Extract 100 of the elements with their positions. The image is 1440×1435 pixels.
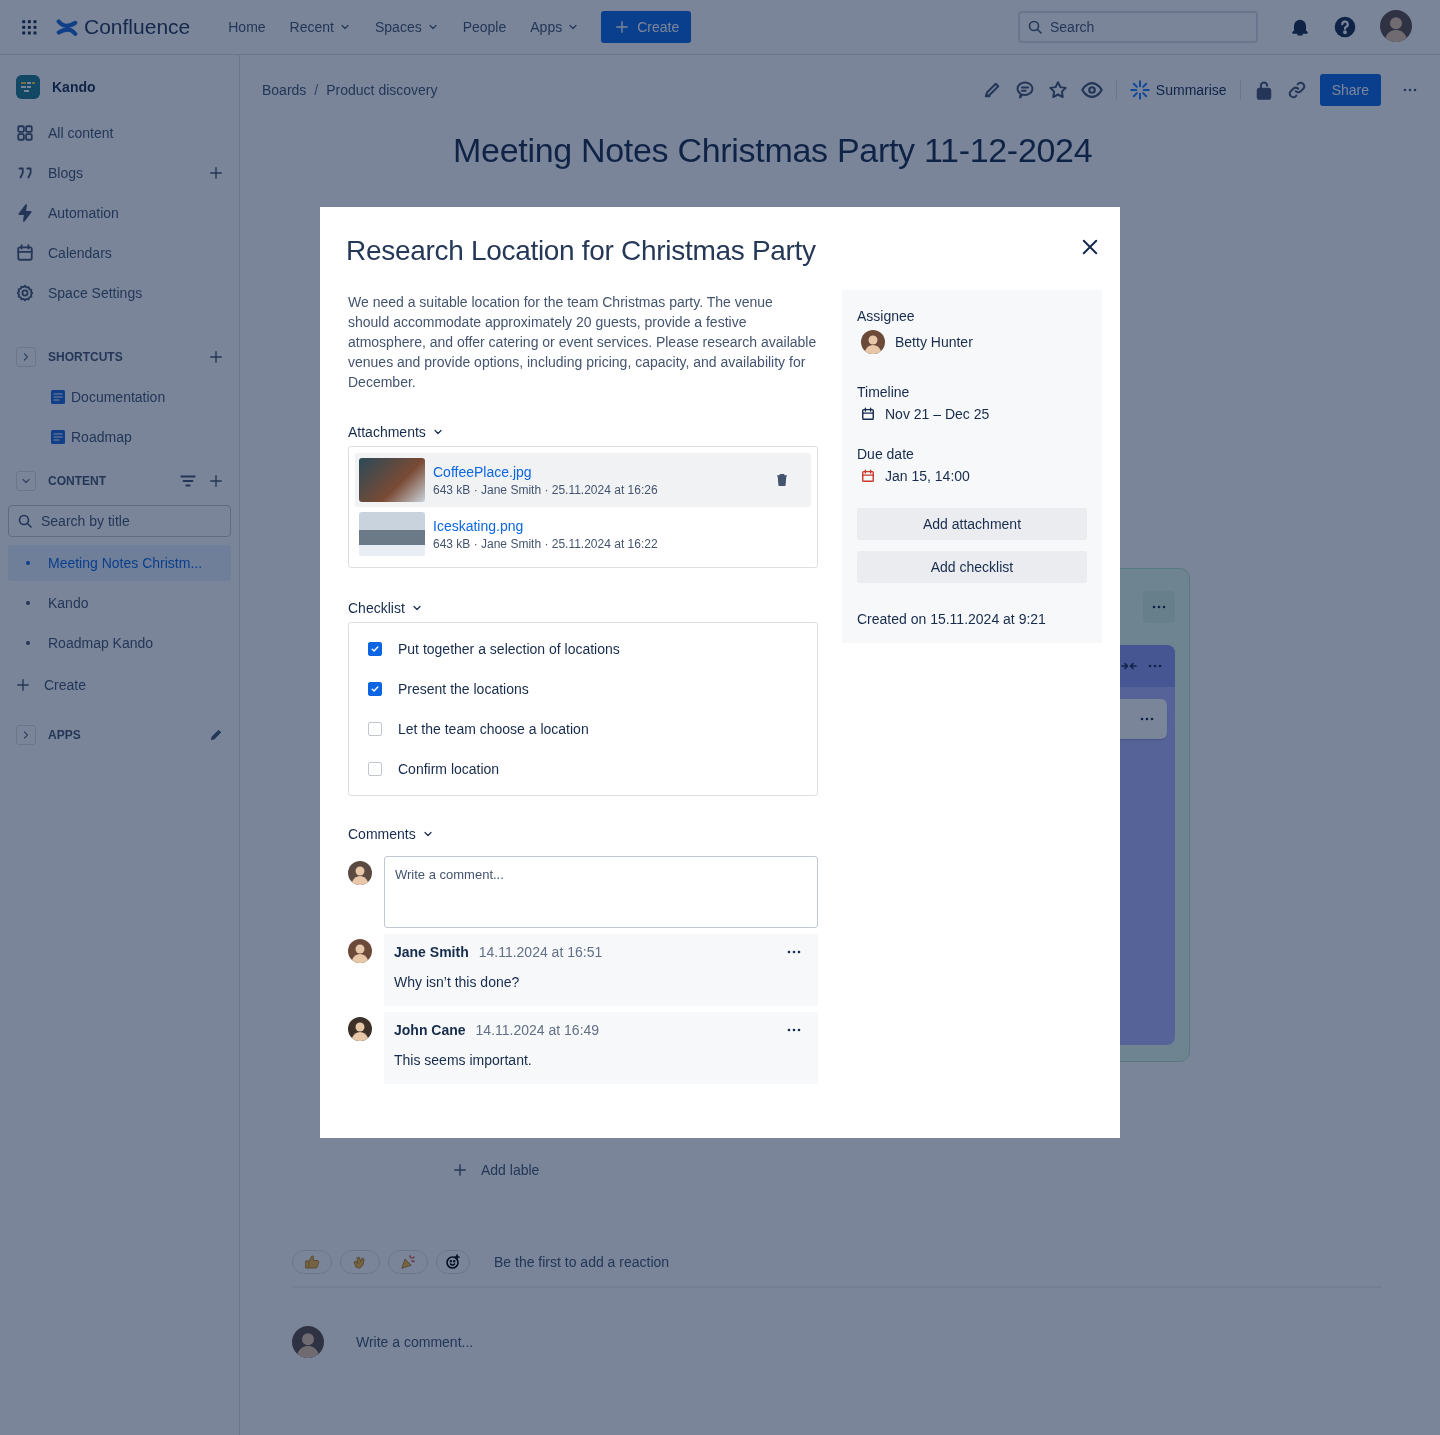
plus-icon[interactable] [209,166,223,180]
comment-icon[interactable] [1014,80,1035,100]
page-tree-item[interactable]: Roadmap Kando [8,625,231,661]
attachments-toggle[interactable]: Attachments [348,424,818,440]
product-name[interactable]: Confluence [84,15,191,39]
notification-bell-icon[interactable] [1290,17,1310,37]
nav-menu-item[interactable]: Recent [281,13,359,41]
assignee-name[interactable]: Betty Hunter [895,334,973,350]
avatar-icon [348,861,372,885]
confluence-logo-icon [56,16,78,38]
settings-icon [16,284,34,302]
search-icon [1027,19,1043,35]
star-icon[interactable] [1047,80,1068,100]
sidebar-item[interactable]: Automation [8,193,231,233]
expand-toggle[interactable] [16,471,36,491]
expand-toggle[interactable] [16,725,36,745]
comment-author: John Cane [394,1022,466,1038]
details-action-button[interactable]: Add checklist [857,551,1087,583]
photo-placeholder [359,512,425,556]
due-date-value[interactable]: Jan 15, 14:00 [885,468,970,484]
help-icon[interactable] [1334,16,1356,38]
avatar-icon [861,330,885,354]
field-label: Assignee [857,308,916,324]
thumbs-up-icon [304,1254,320,1270]
plus-icon[interactable] [209,474,223,488]
page-tree-item[interactable]: Kando [8,585,231,621]
smiley-plus-icon [445,1254,461,1270]
checkbox[interactable] [368,722,382,736]
calendar-icon [16,244,34,262]
comment-text: This seems important. [394,1052,533,1068]
file-name-link[interactable]: CoffeePlace.jpg [433,463,767,480]
reaction-button[interactable] [292,1250,332,1274]
checklist-toggle[interactable]: Checklist [348,600,818,616]
field-label: Due date [857,446,915,462]
nav-menu-item[interactable]: Apps [522,13,588,41]
avatar-icon [348,1017,372,1041]
checkbox[interactable] [368,762,382,776]
comment-text: Why isn’t this done? [394,974,521,990]
nav-menu-item[interactable]: People [454,13,515,41]
photo-placeholder [359,458,425,502]
reaction-button[interactable] [388,1250,428,1274]
link-icon[interactable] [1286,80,1307,100]
reaction-prompt: Be the first to add a reaction [494,1254,670,1270]
checklist-item-label: Present the locations [398,681,529,697]
comment-input[interactable]: Write a comment... [354,1333,658,1351]
breadcrumb-link[interactable]: Boards [262,82,307,98]
checkbox[interactable] [368,682,382,696]
grid-icon [16,124,34,142]
sidebar-item[interactable]: Blogs [8,153,231,193]
nav-menu-item[interactable]: Home [220,13,274,41]
add-reaction-button[interactable] [436,1250,470,1274]
due-calendar-icon [861,469,875,483]
checklist-item-label: Confirm location [398,761,500,777]
reaction-button[interactable] [340,1250,380,1274]
space-name[interactable]: Kando [52,79,96,95]
edit-icon[interactable] [209,728,223,742]
checkmark-icon [370,644,380,654]
expand-toggle[interactable] [16,347,36,367]
comment-input[interactable]: Write a comment... [384,856,818,928]
plus-icon[interactable] [209,350,223,364]
share-button[interactable]: Share [1319,74,1381,106]
space-logo-icon [16,75,40,99]
checklist-item-label: Put together a selection of locations [398,641,620,657]
file-meta: 643 kB · Jane Smith · 25.11.2024 at 16:22 [433,536,659,551]
create-page-link[interactable]: Create [8,665,231,705]
section-heading: SHORTCUTS [48,350,124,364]
delete-trash-icon[interactable] [775,473,789,487]
comments-toggle[interactable]: Comments [348,826,818,842]
dialog-title: Research Location for Christmas Party [346,234,816,267]
sidebar-item[interactable]: All content [8,113,231,153]
checkmark-icon [370,684,380,694]
shortcut-link[interactable]: Roadmap [8,417,231,457]
sidebar-item[interactable]: Calendars [8,233,231,273]
page-tree-item[interactable]: Meeting Notes Christm... [8,545,231,581]
nav-menu-item[interactable]: Spaces [366,13,447,41]
attachment-item[interactable]: Iceskating.png 643 kB · Jane Smith · 25.11.2024 at 16:22 [355,507,811,561]
plus-icon [615,20,630,34]
close-icon[interactable] [1080,237,1100,257]
avatar-icon [292,1326,324,1358]
attachment-item[interactable]: CoffeePlace.jpg 643 kB · Jane Smith · 25.11.2024 at 16:26 [355,453,811,507]
task-description: We need a suitable location for the team Christmas party. The venue should accommodate approximately 20 guests, provide a festive atmosphere, and offer catering or event services. Please research available venues and provide options, including pricing, capacity, and availability for December. [348,293,818,392]
checkbox[interactable] [368,642,382,656]
details-action-button[interactable]: Add attachment [857,508,1087,540]
search-field[interactable]: Search by title [8,505,231,537]
add-label-link[interactable]: Add lable [453,1162,1440,1178]
app-switcher-icon[interactable] [20,18,38,36]
timeline-value[interactable]: Nov 21 – Dec 25 [885,406,990,422]
shortcut-link[interactable]: Documentation [8,377,231,417]
breadcrumb-link[interactable]: Product discovery [326,82,438,98]
search-field[interactable]: Search [1018,11,1258,43]
sidebar-item[interactable]: Space Settings [8,273,231,313]
section-heading: CONTENT [48,474,107,488]
create-button[interactable]: Create [601,11,692,43]
summarise-button[interactable]: Summarise [1129,80,1227,100]
file-name-link[interactable]: Iceskating.png [433,517,807,534]
page-title: Meeting Notes Christmas Party 11-12-2024 [453,131,1094,170]
file-meta: 643 kB · Jane Smith · 25.11.2024 at 16:26 [433,482,659,497]
avatar-icon [1380,9,1412,42]
watch-eye-icon[interactable] [1080,79,1103,101]
lightning-icon [16,204,34,222]
